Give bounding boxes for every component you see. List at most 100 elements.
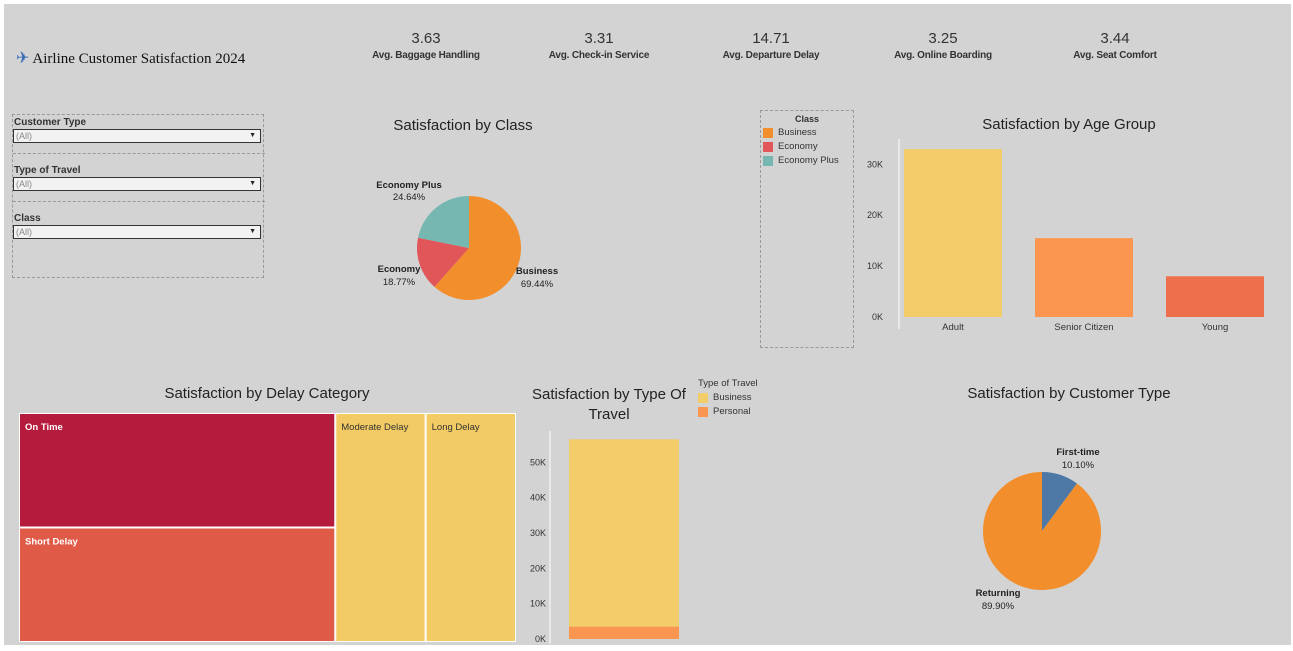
bar-young <box>1166 276 1264 317</box>
bar-senior-citizen <box>1035 238 1133 317</box>
filter-label: Customer Type <box>14 117 87 128</box>
legend-item-travel-personal[interactable]: Personal <box>698 406 778 417</box>
y-tick-label: 30K <box>867 159 883 169</box>
legend-swatch <box>763 155 773 166</box>
bar-adult <box>904 149 1002 317</box>
dashboard-canvas: ✈ Airline Customer Satisfaction 2024 3.63… <box>4 4 1291 645</box>
chevron-down-icon: ▼ <box>249 132 256 139</box>
dropdown-value: (All) <box>16 179 32 189</box>
filter-divider <box>13 153 265 154</box>
delay-chart-title: Satisfaction by Delay Category <box>164 385 370 402</box>
label-business: Business <box>516 266 558 277</box>
class-pie-slices <box>417 196 521 300</box>
kpi-label: Avg. Online Boarding <box>894 50 992 61</box>
dashboard-title-text: Airline Customer Satisfaction 2024 <box>32 51 246 67</box>
customer-pie-slices <box>983 472 1101 590</box>
filter-customer-type: Customer Type (All) ▼ <box>13 117 265 143</box>
filter-divider <box>13 201 265 202</box>
dashboard-title: ✈ Airline Customer Satisfaction 2024 <box>16 48 245 68</box>
class-legend-title: Class <box>794 114 820 124</box>
y-tick-label: 40K <box>530 493 546 503</box>
legend-label: Business <box>713 392 752 403</box>
kpi-online-boarding: 3.25 Avg. Online Boarding <box>863 30 1023 61</box>
filter-panel: Customer Type (All) ▼ Type of Travel (All… <box>12 114 265 278</box>
kpi-label: Avg. Check-in Service <box>548 50 650 61</box>
legend-label: Economy <box>778 141 818 152</box>
value-first-time: 10.10% <box>1062 460 1095 471</box>
class-pie-chart: Economy Plus 24.64% Economy 18.77% Busin… <box>376 180 558 300</box>
age-chart-title: Satisfaction by Age Group <box>982 116 1156 133</box>
kpi-value: 3.31 <box>584 30 614 47</box>
legend-item-economy-plus[interactable]: Economy Plus <box>763 155 853 166</box>
kpi-baggage-handling: 3.63 Avg. Baggage Handling <box>346 30 506 61</box>
filter-label: Class <box>14 213 41 224</box>
treemap-cell-moderate-delay <box>335 413 426 642</box>
age-group-bar-chart: 0K 10K 20K 30K Adult Senior Citizen Young <box>867 139 1264 333</box>
class-legend: Class Business Economy Economy Plus <box>760 110 854 348</box>
dropdown-value: (All) <box>16 227 32 237</box>
bar-segment-personal <box>569 626 679 639</box>
x-tick-label: Young <box>1202 322 1229 333</box>
value-economy-plus: 24.64% <box>393 192 426 203</box>
y-tick-label: 20K <box>867 210 883 220</box>
kpi-value: 3.63 <box>411 30 441 47</box>
y-tick-label: 10K <box>867 261 883 271</box>
chevron-down-icon: ▼ <box>249 228 256 235</box>
legend-swatch <box>763 141 773 152</box>
x-tick-label: Senior Citizen <box>1054 322 1113 333</box>
x-tick-label: Adult <box>942 322 964 333</box>
customer-chart-title: Satisfaction by Customer Type <box>967 385 1171 402</box>
y-tick-label: 50K <box>530 457 546 467</box>
kpi-value: 14.71 <box>752 30 790 47</box>
travel-type-stacked-bar: 0K 10K 20K 30K 40K 50K <box>530 431 679 644</box>
class-chart-title: Satisfaction by Class <box>393 117 533 134</box>
kpi-checkin-service: 3.31 Avg. Check-in Service <box>519 30 679 61</box>
dropdown-value: (All) <box>16 131 32 141</box>
customer-type-pie-chart: First-time 10.10% Returning 89.90% <box>976 447 1101 612</box>
label-first-time: First-time <box>1056 447 1099 458</box>
value-economy: 18.77% <box>383 277 416 288</box>
y-tick-label: 0K <box>535 634 546 644</box>
kpi-label: Avg. Departure Delay <box>722 50 820 61</box>
chevron-down-icon: ▼ <box>249 180 256 187</box>
treemap-label: Short Delay <box>25 537 79 548</box>
travel-chart-title: Satisfaction by Type Of Travel <box>532 386 686 423</box>
filter-type-of-travel: Type of Travel (All) ▼ <box>13 165 265 191</box>
legend-label: Personal <box>713 406 751 417</box>
legend-item-economy[interactable]: Economy <box>763 141 853 152</box>
legend-swatch <box>763 127 773 138</box>
legend-label: Economy Plus <box>778 155 839 166</box>
y-tick-label: 20K <box>530 563 546 573</box>
travel-legend-title: Type of Travel <box>698 378 758 389</box>
treemap-label: Moderate Delay <box>341 422 408 433</box>
legend-item-business[interactable]: Business <box>763 127 853 138</box>
legend-swatch <box>698 406 708 417</box>
delay-treemap: On Time Short Delay Moderate Delay Long Del… <box>19 413 516 642</box>
kpi-departure-delay: 14.71 Avg. Departure Delay <box>691 30 851 61</box>
kpi-value: 3.25 <box>928 30 958 47</box>
label-economy-plus: Economy Plus <box>376 180 441 191</box>
label-economy: Economy <box>378 264 421 275</box>
pie-slice-returning <box>983 472 1101 590</box>
airplane-icon: ✈ <box>16 50 30 67</box>
kpi-seat-comfort: 3.44 Avg. Seat Comfort <box>1035 30 1195 61</box>
kpi-value: 3.44 <box>1100 30 1130 47</box>
filter-label: Type of Travel <box>14 165 81 176</box>
legend-label: Business <box>778 127 817 138</box>
value-returning: 89.90% <box>982 601 1015 612</box>
label-returning: Returning <box>976 588 1021 599</box>
treemap-cell-on-time <box>19 413 336 528</box>
customer-type-dropdown[interactable]: (All) ▼ <box>13 129 261 143</box>
legend-item-travel-business[interactable]: Business <box>698 392 778 403</box>
y-tick-label: 0K <box>872 312 883 322</box>
kpi-label: Avg. Baggage Handling <box>372 50 480 61</box>
travel-legend: Type of Travel Business Personal <box>698 378 778 417</box>
treemap-label: On Time <box>25 422 63 433</box>
kpi-label: Avg. Seat Comfort <box>1073 50 1157 61</box>
class-dropdown[interactable]: (All) ▼ <box>13 225 261 239</box>
y-tick-label: 30K <box>530 528 546 538</box>
y-tick-label: 10K <box>530 599 546 609</box>
legend-swatch <box>698 392 708 403</box>
type-of-travel-dropdown[interactable]: (All) ▼ <box>13 177 261 191</box>
filter-class: Class (All) ▼ <box>13 213 265 239</box>
